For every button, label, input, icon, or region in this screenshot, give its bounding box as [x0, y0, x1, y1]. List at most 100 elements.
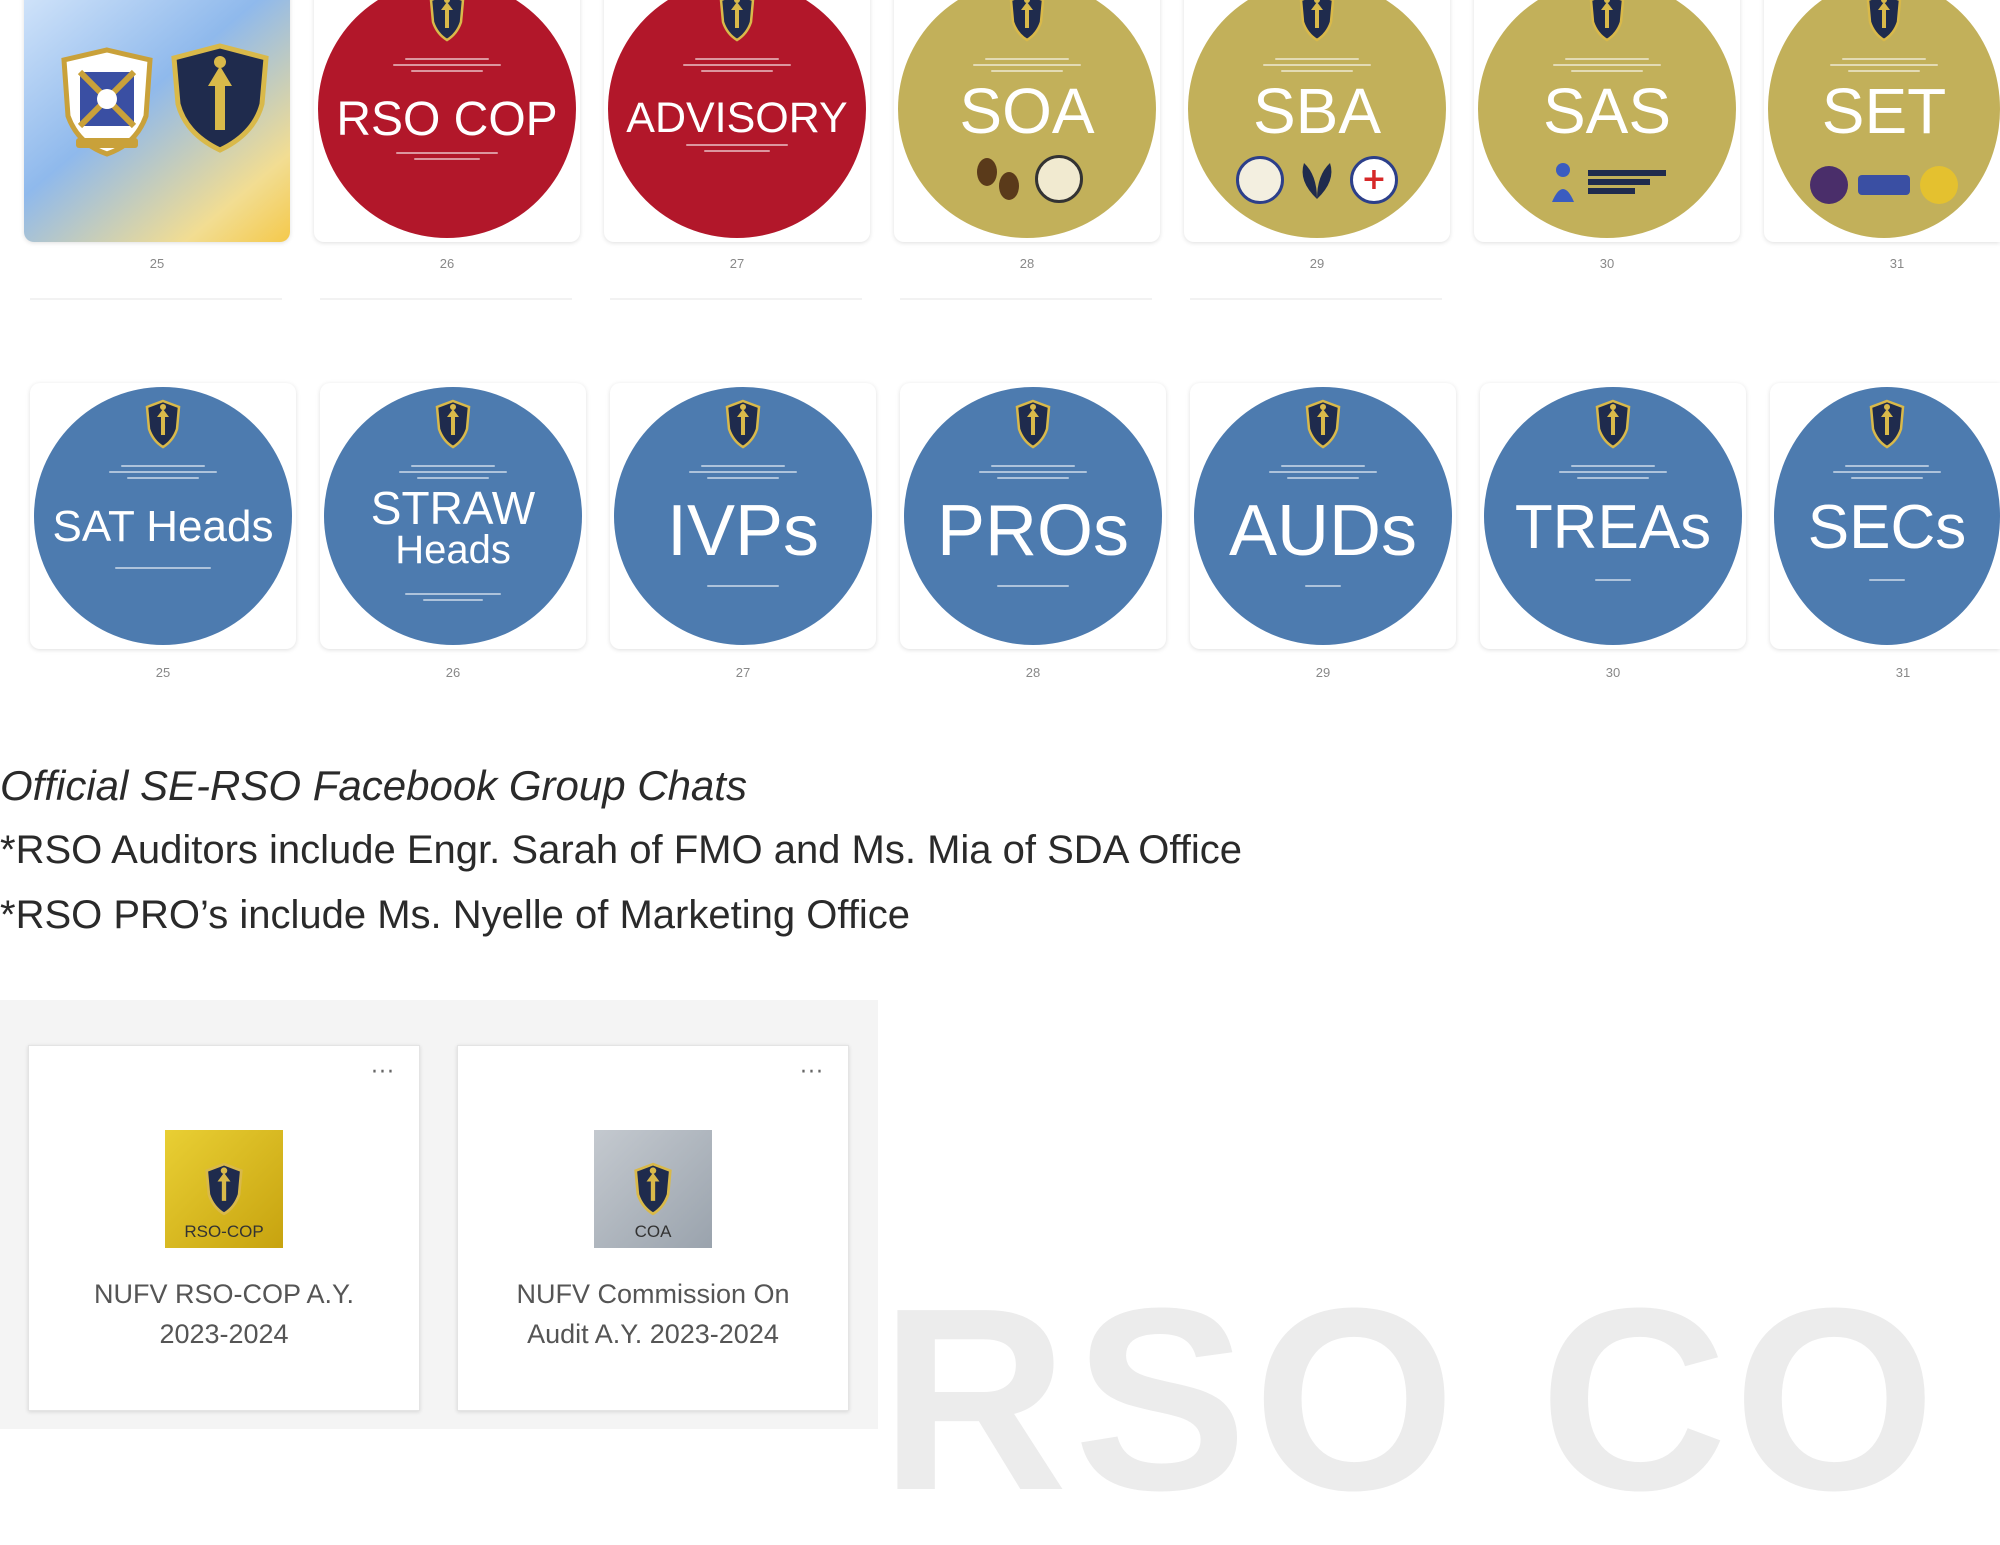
- crest-icon: [1867, 399, 1907, 449]
- slide-title: PROs: [936, 490, 1130, 571]
- red-circle-badge: RSO COP: [318, 0, 576, 238]
- group-chat-card-coa[interactable]: ··· COA NUFV Commission On Audit A.Y. 20…: [457, 1045, 849, 1411]
- badge-icon: [1858, 175, 1910, 195]
- slide-title: ADVISORY: [626, 93, 848, 142]
- slide-page-number: 31: [1895, 665, 1911, 680]
- nu-crest-icon: [61, 47, 153, 157]
- more-options-icon[interactable]: ···: [800, 1060, 824, 1085]
- blue-circle-badge: STRAW Heads: [324, 387, 582, 645]
- crest-icon: [717, 0, 757, 42]
- group-chat-title-line-1: NUFV RSO-COP A.Y.: [93, 1279, 355, 1309]
- crest-icon: [631, 1162, 675, 1216]
- crest-icon: [427, 0, 467, 42]
- blue-circle-badge: TREAs: [1484, 387, 1742, 645]
- slide-thumbnail-soa[interactable]: SOA: [894, 0, 1160, 242]
- slide-thumbnail-pros[interactable]: PROs: [900, 383, 1166, 649]
- crest-icon: [1297, 0, 1337, 42]
- crest-icon: [433, 399, 473, 449]
- slide-thumbnail-rso-cop[interactable]: RSO COP: [314, 0, 580, 242]
- crest-icon: [143, 399, 183, 449]
- group-chat-title-line-2: 2023-2024: [159, 1319, 289, 1349]
- slide-page-number: 29: [1315, 665, 1331, 680]
- blue-circle-badge: SAT Heads: [34, 387, 292, 645]
- slide-thumbnail-treas[interactable]: TREAs: [1480, 383, 1746, 649]
- org-emblems: +: [1236, 156, 1398, 204]
- slide-title: RSO COP: [336, 93, 558, 147]
- divider: [610, 298, 862, 300]
- seal-icon: [1035, 155, 1083, 203]
- blue-circle-badge: PROs: [904, 387, 1162, 645]
- group-chat-title: NUFV RSO-COP A.Y. 2023-2024: [29, 1274, 419, 1354]
- slide-thumbnail-nu-logos[interactable]: [24, 0, 290, 242]
- slide-thumbnail-sat-heads[interactable]: SAT Heads: [30, 383, 296, 649]
- slide-thumbnail-auds[interactable]: AUDs: [1190, 383, 1456, 649]
- slide-thumbnail-ivps[interactable]: IVPs: [610, 383, 876, 649]
- group-chat-title-line-1: NUFV Commission On: [516, 1279, 790, 1309]
- slide-page-number: 26: [439, 256, 455, 271]
- slide-page-number: 25: [155, 665, 171, 680]
- divider: [900, 298, 1152, 300]
- org-emblems: [1810, 166, 1958, 204]
- divider: [320, 298, 572, 300]
- blue-circle-badge: AUDs: [1194, 387, 1452, 645]
- shield-icon: [171, 43, 269, 153]
- gold-circle-badge: SET: [1768, 0, 2000, 238]
- slide-page-number: 25: [149, 256, 165, 271]
- group-chats-heading: Official SE-RSO Facebook Group Chats: [0, 762, 747, 809]
- slide-page-number: 31: [1889, 256, 1905, 271]
- group-chat-card-rso-cop[interactable]: ··· RSO-COP NUFV RSO-COP A.Y. 2023-2024: [28, 1045, 420, 1411]
- seal-icon: [1236, 156, 1284, 204]
- slide-thumbnail-straw-heads[interactable]: STRAW Heads: [320, 383, 586, 649]
- slide-page-number: 27: [729, 256, 745, 271]
- red-circle-badge: ADVISORY: [608, 0, 866, 238]
- crest-icon: [1593, 399, 1633, 449]
- slide-title: AUDs: [1228, 490, 1417, 571]
- gold-circle-badge: SAS: [1478, 0, 1736, 238]
- slide-page-number: 27: [735, 665, 751, 680]
- crest-icon: [1303, 399, 1343, 449]
- gold-circle-badge: SOA: [898, 0, 1156, 238]
- avatar-label: COA: [634, 1222, 672, 1241]
- group-chat-title-line-2: Audit A.Y. 2023-2024: [527, 1319, 779, 1349]
- slide-page-number: 29: [1309, 256, 1325, 271]
- crest-icon: [723, 399, 763, 449]
- slide-title: SAS: [1542, 74, 1672, 147]
- group-chat-avatar: RSO-COP: [165, 1130, 283, 1248]
- slide-page-number: 30: [1599, 256, 1615, 271]
- slide-thumbnail-sba[interactable]: SBA +: [1184, 0, 1450, 242]
- pro-note: *RSO PRO’s include Ms. Nyelle of Marketi…: [0, 893, 910, 937]
- slide-thumbnail-sas[interactable]: SAS: [1474, 0, 1740, 242]
- avatar-label: RSO-COP: [184, 1222, 264, 1241]
- blue-circle-badge: SECs: [1774, 387, 2000, 645]
- group-chat-title: NUFV Commission On Audit A.Y. 2023-2024: [458, 1274, 848, 1354]
- slide-page-number: 28: [1019, 256, 1035, 271]
- leaf-emblem-icon: [1302, 163, 1332, 199]
- nu-logos-background: [24, 0, 290, 242]
- crest-icon: [1587, 0, 1627, 42]
- slide-thumbnail-advisory[interactable]: ADVISORY: [604, 0, 870, 242]
- gold-circle-badge: SBA +: [1188, 0, 1446, 238]
- background-watermark: RSO CO: [880, 1255, 1942, 1545]
- seal-icon: [1810, 166, 1848, 204]
- auditors-note: *RSO Auditors include Engr. Sarah of FMO…: [0, 828, 1243, 872]
- slide-thumbnail-set[interactable]: SET: [1764, 0, 2000, 242]
- crest-icon: [1013, 399, 1053, 449]
- slide-thumbnail-secs[interactable]: SECs: [1770, 383, 2000, 649]
- slide-title: SET: [1821, 74, 1947, 147]
- slide-title-line-2: Heads: [395, 527, 511, 572]
- crest-icon: [1007, 0, 1047, 42]
- scholars-society-wordmark: [1588, 167, 1666, 197]
- slide-title: IVPs: [666, 490, 820, 571]
- divider: [1190, 298, 1442, 300]
- org-emblems: [971, 154, 1083, 204]
- slide-title: SECs: [1807, 492, 1967, 562]
- divider: [30, 298, 282, 300]
- more-options-icon[interactable]: ···: [371, 1060, 395, 1085]
- slide-title: TREAs: [1514, 492, 1712, 562]
- slide-page-number: 26: [445, 665, 461, 680]
- slide-title-line-1: STRAW: [370, 482, 536, 535]
- org-emblems: [1548, 160, 1666, 204]
- slide-row-2: SAT Heads 25 STRAW Heads 26 IVPs 27 PROs: [0, 383, 2000, 693]
- slide-page-number: 28: [1025, 665, 1041, 680]
- slide-page-number: 30: [1605, 665, 1621, 680]
